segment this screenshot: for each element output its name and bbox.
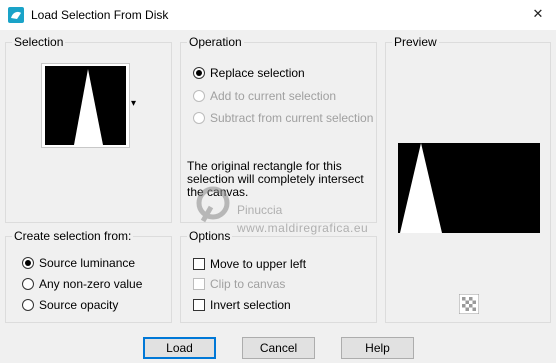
preview-group-label: Preview — [392, 35, 439, 49]
selection-thumbnail[interactable] — [41, 63, 130, 148]
check-move-to-upper-left[interactable]: Move to upper left — [193, 256, 306, 272]
help-button[interactable]: Help — [341, 337, 414, 359]
radio-replace-selection-control[interactable] — [193, 67, 205, 79]
check-clip-to-canvas-label: Clip to canvas — [210, 277, 286, 291]
options-group-label: Options — [187, 229, 233, 243]
radio-source-opacity[interactable]: Source opacity — [22, 297, 118, 313]
radio-any-non-zero[interactable]: Any non-zero value — [22, 276, 142, 292]
radio-subtract-from-selection-label: Subtract from current selection — [210, 111, 374, 125]
create-from-group-label: Create selection from: — [12, 229, 134, 243]
radio-source-luminance[interactable]: Source luminance — [22, 255, 135, 271]
radio-any-non-zero-label: Any non-zero value — [39, 277, 143, 291]
radio-source-luminance-label: Source luminance — [39, 256, 136, 270]
check-move-to-upper-left-label: Move to upper left — [210, 257, 307, 271]
title-bar: Load Selection From Disk ✕ — [0, 0, 556, 30]
app-icon — [8, 7, 24, 23]
preview-image — [398, 143, 540, 233]
radio-any-non-zero-control[interactable] — [22, 278, 34, 290]
radio-add-to-selection[interactable]: Add to current selection — [193, 88, 336, 104]
radio-source-opacity-label: Source opacity — [39, 298, 119, 312]
radio-add-to-selection-control[interactable] — [193, 90, 205, 102]
radio-source-luminance-control[interactable] — [22, 257, 34, 269]
load-button[interactable]: Load — [143, 337, 216, 359]
cancel-button[interactable]: Cancel — [242, 337, 315, 359]
close-button[interactable]: ✕ — [526, 4, 550, 24]
selection-group-label: Selection — [12, 35, 66, 49]
radio-replace-selection[interactable]: Replace selection — [193, 65, 305, 81]
radio-subtract-from-selection[interactable]: Subtract from current selection — [193, 110, 373, 126]
check-invert-selection-box[interactable] — [193, 299, 205, 311]
radio-source-opacity-control[interactable] — [22, 299, 34, 311]
selection-group: Selection ▾ — [5, 35, 172, 223]
radio-replace-selection-label: Replace selection — [210, 66, 305, 80]
check-invert-selection[interactable]: Invert selection — [193, 297, 291, 313]
watermark-site: www.maldiregrafica.eu — [237, 221, 369, 235]
check-clip-to-canvas-box[interactable] — [193, 278, 205, 290]
radio-add-to-selection-label: Add to current selection — [210, 89, 337, 103]
preview-group: Preview — [385, 35, 551, 323]
operation-group-label: Operation — [187, 35, 244, 49]
selection-dropdown-icon[interactable]: ▾ — [131, 98, 136, 109]
checkerboard-icon[interactable] — [459, 294, 479, 314]
check-invert-selection-label: Invert selection — [210, 298, 291, 312]
check-move-to-upper-left-box[interactable] — [193, 258, 205, 270]
check-clip-to-canvas[interactable]: Clip to canvas — [193, 276, 285, 292]
radio-subtract-from-selection-control[interactable] — [193, 112, 205, 124]
operation-message: The original rectangle for this selectio… — [187, 159, 364, 199]
window-title: Load Selection From Disk — [31, 8, 169, 22]
